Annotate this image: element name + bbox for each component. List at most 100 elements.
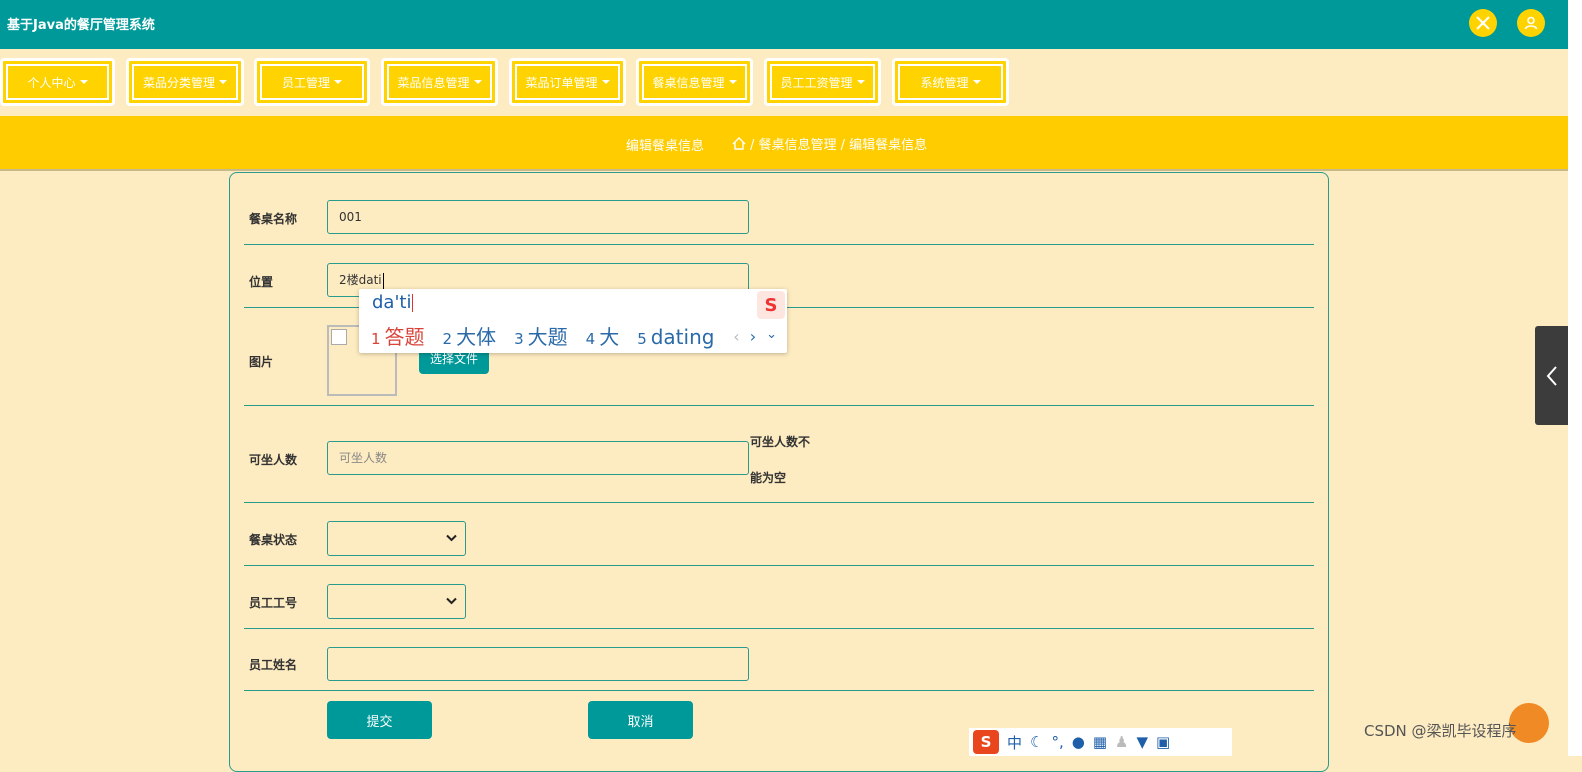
caret-down-icon: [856, 80, 865, 84]
breadcrumb-path[interactable]: / 餐桌信息管理 / 编辑餐桌信息: [750, 134, 927, 153]
skin-icon[interactable]: ▼: [1136, 733, 1148, 751]
chevron-left-icon: [1546, 365, 1557, 386]
nav-item-dish-info[interactable]: 菜品信息管理: [381, 58, 498, 106]
broken-image-icon: [331, 329, 347, 345]
punctuation-icon[interactable]: °,: [1051, 733, 1063, 751]
scrollbar-track[interactable]: [1568, 0, 1582, 756]
divider: [244, 502, 1314, 503]
breadcrumb: / 餐桌信息管理 / 编辑餐桌信息: [732, 134, 927, 153]
nav-label: 个人中心: [27, 75, 76, 90]
caret-down-icon: [728, 80, 737, 84]
caret-down-icon: [334, 80, 342, 84]
employee-id-select[interactable]: [327, 584, 466, 619]
ime-pinyin-text: da'ti: [372, 292, 412, 313]
nav-item-salary[interactable]: 员工工资管理: [764, 58, 881, 106]
caret-down-icon: [601, 80, 610, 84]
sogou-logo-icon[interactable]: S: [973, 730, 999, 754]
nav-item-employee[interactable]: 员工管理: [254, 58, 370, 106]
nav-label: 菜品订单管理: [525, 75, 598, 90]
caret-down-icon: [473, 80, 482, 84]
app-title: 基于Java的餐厅管理系统: [7, 18, 155, 33]
nav-label: 餐桌信息管理: [652, 75, 725, 90]
ime-candidate[interactable]: 5 dating: [637, 325, 714, 349]
ime-cursor: [412, 294, 414, 312]
table-status-select[interactable]: [327, 521, 466, 556]
ime-toolbar: S 中 ☾ °, ● ▦ ♟ ▼ ▣: [969, 728, 1232, 756]
watermark: CSDN @梁凯毕设程序: [1364, 722, 1517, 740]
ime-candidate-num: 5: [637, 330, 647, 348]
divider: [244, 628, 1314, 629]
ime-candidate-num: 3: [514, 330, 524, 348]
ime-candidate[interactable]: 3 大题: [514, 321, 568, 350]
main-nav: 个人中心 菜品分类管理 员工管理 菜品信息管理 菜品订单管理 餐桌信息管理 员工…: [0, 56, 1568, 112]
chevron-down-icon: [446, 597, 457, 605]
microphone-icon[interactable]: ●: [1072, 733, 1085, 751]
ime-candidates: 1 答题 2 大体 3 大题 4大 5 dating: [371, 321, 732, 350]
capacity-error: 可坐人数不: [750, 435, 811, 449]
location-value: 2楼dati: [339, 273, 382, 287]
ime-candidate-num: 4: [585, 330, 596, 348]
nav-label: 员工工资管理: [780, 75, 853, 90]
caret-down-icon: [219, 80, 227, 84]
expand-icon[interactable]: [1469, 9, 1497, 37]
employee-id-label: 员工工号: [249, 596, 298, 610]
text-cursor: [382, 272, 384, 289]
ime-candidate-text: 大: [599, 325, 620, 349]
breadcrumb-bar: 编辑餐桌信息 / 餐桌信息管理 / 编辑餐桌信息: [0, 116, 1568, 171]
ime-candidate-text: 大题: [527, 325, 568, 349]
ime-next-icon[interactable]: ›: [750, 327, 756, 346]
nav-item-system[interactable]: 系统管理: [892, 58, 1009, 106]
ime-candidate[interactable]: 4大: [586, 321, 620, 350]
person-icon[interactable]: ♟: [1115, 733, 1128, 751]
ime-candidate-popup: da'ti S 1 答题 2 大体 3 大题 4大 5 dating ‹ › ⌄: [359, 289, 787, 353]
ime-candidate-num: 2: [442, 330, 453, 348]
nav-label: 员工管理: [281, 75, 330, 90]
employee-name-input[interactable]: [327, 647, 749, 681]
nav-item-table-info[interactable]: 餐桌信息管理: [636, 58, 753, 106]
employee-name-label: 员工姓名: [249, 658, 298, 672]
ime-candidate[interactable]: 1 答题: [371, 321, 425, 350]
divider: [244, 244, 1314, 245]
moon-icon[interactable]: ☾: [1030, 733, 1043, 751]
keyboard-icon[interactable]: ▦: [1093, 733, 1107, 751]
ime-pinyin: da'ti: [372, 292, 414, 313]
nav-item-profile[interactable]: 个人中心: [0, 58, 115, 106]
ime-candidate-text: 大体: [456, 325, 497, 349]
user-icon[interactable]: [1517, 9, 1545, 37]
nav-item-dish-category[interactable]: 菜品分类管理: [126, 58, 244, 106]
apps-icon[interactable]: ▣: [1156, 733, 1170, 751]
capacity-input[interactable]: [327, 441, 749, 475]
nav-label: 菜品分类管理: [142, 75, 215, 90]
ime-candidate[interactable]: 2 大体: [443, 321, 497, 350]
divider: [244, 690, 1314, 691]
ime-candidate-text: 答题: [384, 325, 425, 349]
side-panel-toggle[interactable]: [1535, 326, 1568, 425]
ime-prev-icon[interactable]: ‹: [733, 327, 739, 346]
ime-candidate-num: 1: [371, 330, 381, 348]
nav-label: 菜品信息管理: [397, 75, 470, 90]
capacity-error-line2: 能为空: [750, 471, 787, 485]
page-title: 编辑餐桌信息: [626, 139, 705, 154]
divider: [244, 565, 1314, 566]
submit-button[interactable]: 提交: [327, 701, 432, 739]
caret-down-icon: [79, 80, 88, 84]
image-label: 图片: [249, 355, 274, 369]
caret-down-icon: [972, 80, 981, 84]
ime-nav: ‹ › ⌄: [733, 327, 777, 346]
ime-lang-toggle[interactable]: 中: [1007, 732, 1022, 753]
capacity-label: 可坐人数: [249, 453, 298, 467]
nav-item-dish-order[interactable]: 菜品订单管理: [509, 58, 626, 106]
table-status-label: 餐桌状态: [249, 533, 298, 547]
table-name-input[interactable]: 001: [327, 200, 749, 234]
chevron-down-icon: [446, 534, 457, 542]
top-header: 基于Java的餐厅管理系统: [0, 0, 1568, 49]
table-name-label: 餐桌名称: [249, 212, 298, 226]
divider: [244, 405, 1314, 406]
location-label: 位置: [249, 275, 274, 289]
ime-candidate-text: dating: [650, 325, 715, 349]
ime-expand-icon[interactable]: ⌄: [766, 327, 777, 346]
nav-label: 系统管理: [920, 75, 969, 90]
home-icon[interactable]: [732, 137, 746, 150]
cancel-button[interactable]: 取消: [588, 701, 693, 739]
sogou-logo-icon: S: [757, 291, 785, 319]
